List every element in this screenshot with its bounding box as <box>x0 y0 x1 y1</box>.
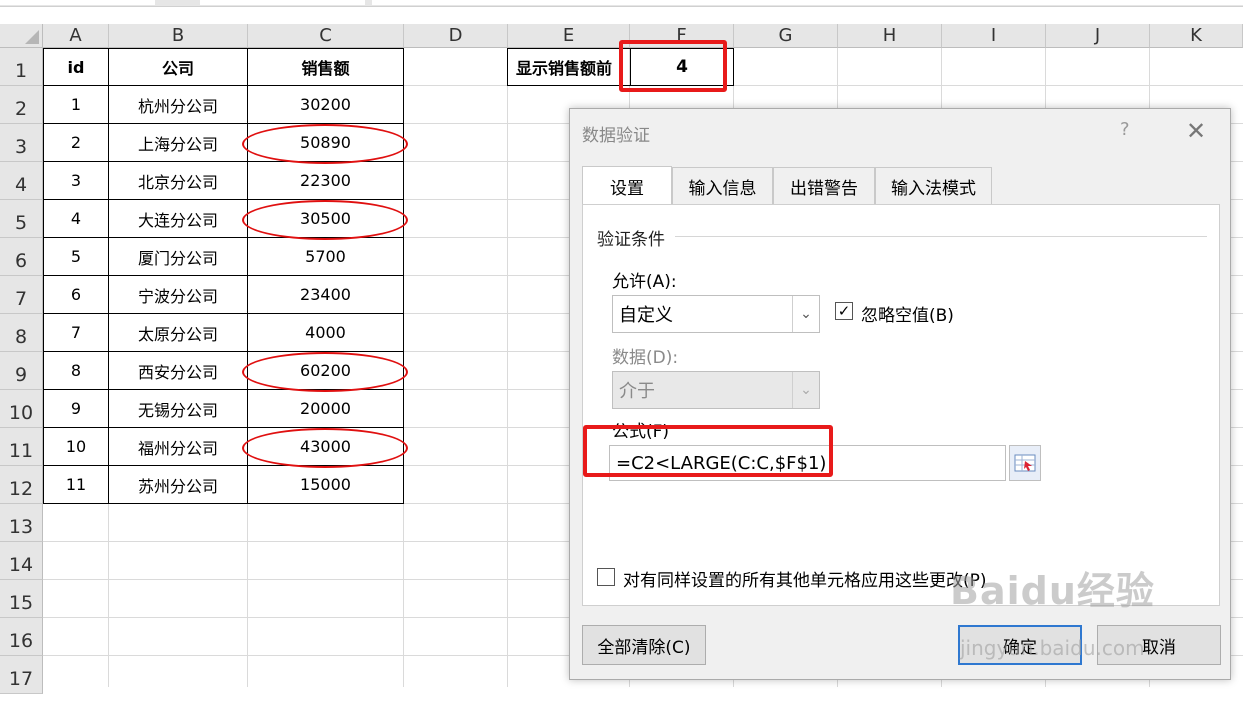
row-header-12[interactable]: 12 <box>0 466 43 504</box>
row-header-9[interactable]: 9 <box>0 352 43 390</box>
dialog-title: 数据验证 <box>582 126 650 146</box>
column-header-a[interactable]: A <box>43 24 109 48</box>
table-cell-sales[interactable]: 5700 <box>247 237 404 276</box>
column-header-d[interactable]: D <box>404 24 508 48</box>
data-select[interactable]: 介于 ⌄ <box>612 371 820 409</box>
settings-panel: 验证条件 允许(A): 自定义 ⌄ ✓ 忽略空值(B) 数据(D): 介于 ⌄ … <box>582 204 1220 606</box>
table-cell-company[interactable]: 苏州分公司 <box>108 465 248 504</box>
apply-all-label[interactable]: 对有同样设置的所有其他单元格应用这些更改(P) <box>623 566 987 591</box>
row-header-17[interactable]: 17 <box>0 656 43 694</box>
label-cell-e1[interactable]: 显示销售额前 <box>507 48 631 86</box>
table-cell-id[interactable]: 3 <box>43 161 109 200</box>
tab-error-alert[interactable]: 出错警告 <box>773 167 875 205</box>
header-id[interactable]: id <box>43 48 109 86</box>
column-header-j[interactable]: J <box>1046 24 1150 48</box>
tab-strip <box>0 0 1243 7</box>
tab-ime-mode[interactable]: 输入法模式 <box>875 167 992 205</box>
column-header-k[interactable]: K <box>1150 24 1243 48</box>
table-cell-company[interactable]: 福州分公司 <box>108 427 248 466</box>
table-cell-id[interactable]: 6 <box>43 275 109 314</box>
range-select-icon[interactable] <box>1009 445 1041 481</box>
table-cell-id[interactable]: 7 <box>43 313 109 352</box>
allow-select[interactable]: 自定义 ⌄ <box>612 295 820 333</box>
ignore-blank-checkbox[interactable]: ✓ <box>835 302 853 320</box>
table-cell-id[interactable]: 11 <box>43 465 109 504</box>
row-header-5[interactable]: 5 <box>0 200 43 238</box>
chevron-down-icon[interactable]: ⌄ <box>792 372 819 408</box>
column-header-h[interactable]: H <box>838 24 942 48</box>
row-header-3[interactable]: 3 <box>0 124 43 162</box>
row-header-16[interactable]: 16 <box>0 618 43 656</box>
column-header-i[interactable]: I <box>942 24 1046 48</box>
row-header-10[interactable]: 10 <box>0 390 43 428</box>
row-header-13[interactable]: 13 <box>0 504 43 542</box>
table-cell-sales[interactable]: 23400 <box>247 275 404 314</box>
select-all-corner[interactable] <box>0 24 43 48</box>
column-header-e[interactable]: E <box>508 24 630 48</box>
allow-label: 允许(A): <box>612 272 677 292</box>
highlight-circle-43000 <box>242 428 408 468</box>
row-header-2[interactable]: 2 <box>0 86 43 124</box>
table-cell-id[interactable]: 10 <box>43 427 109 466</box>
baidu-watermark-url: jingyan.baidu.com <box>960 636 1145 660</box>
row-header-6[interactable]: 6 <box>0 238 43 276</box>
highlight-box-formula <box>583 425 833 477</box>
row-header-7[interactable]: 7 <box>0 276 43 314</box>
column-header-g[interactable]: G <box>734 24 838 48</box>
table-cell-company[interactable]: 大连分公司 <box>108 199 248 238</box>
column-header-b[interactable]: B <box>109 24 248 48</box>
table-cell-company[interactable]: 太原分公司 <box>108 313 248 352</box>
chevron-down-icon[interactable]: ⌄ <box>792 296 819 332</box>
row-header-1[interactable]: 1 <box>0 48 43 86</box>
table-cell-company[interactable]: 杭州分公司 <box>108 85 248 124</box>
apply-all-checkbox[interactable] <box>597 568 615 586</box>
table-cell-sales[interactable]: 20000 <box>247 389 404 428</box>
row-header-4[interactable]: 4 <box>0 162 43 200</box>
table-cell-company[interactable]: 北京分公司 <box>108 161 248 200</box>
highlight-circle-30500 <box>242 200 408 240</box>
table-cell-id[interactable]: 2 <box>43 123 109 162</box>
header-sales[interactable]: 销售额 <box>247 48 404 86</box>
tab-settings[interactable]: 设置 <box>582 166 672 206</box>
row-header-15[interactable]: 15 <box>0 580 43 618</box>
table-cell-id[interactable]: 4 <box>43 199 109 238</box>
help-icon[interactable]: ? <box>1120 119 1130 140</box>
row-header-8[interactable]: 8 <box>0 314 43 352</box>
data-label: 数据(D): <box>612 348 679 368</box>
table-cell-company[interactable]: 厦门分公司 <box>108 237 248 276</box>
table-cell-company[interactable]: 上海分公司 <box>108 123 248 162</box>
table-cell-company[interactable]: 宁波分公司 <box>108 275 248 314</box>
row-header-14[interactable]: 14 <box>0 542 43 580</box>
highlight-box-f1 <box>619 40 727 92</box>
highlight-circle-50890 <box>242 124 408 164</box>
tab-input-message[interactable]: 输入信息 <box>672 167 773 205</box>
table-cell-sales[interactable]: 30200 <box>247 85 404 124</box>
ignore-blank-label[interactable]: 忽略空值(B) <box>861 301 954 326</box>
table-cell-sales[interactable]: 15000 <box>247 465 404 504</box>
table-cell-id[interactable]: 5 <box>43 237 109 276</box>
table-cell-company[interactable]: 西安分公司 <box>108 351 248 390</box>
highlight-circle-60200 <box>242 352 408 392</box>
header-company[interactable]: 公司 <box>108 48 248 86</box>
table-cell-id[interactable]: 1 <box>43 85 109 124</box>
allow-select-value: 自定义 <box>619 305 673 326</box>
table-cell-company[interactable]: 无锡分公司 <box>108 389 248 428</box>
column-header-c[interactable]: C <box>248 24 404 48</box>
clear-all-button[interactable]: 全部清除(C) <box>582 625 706 665</box>
table-cell-sales[interactable]: 4000 <box>247 313 404 352</box>
baidu-watermark: Baidu经验 <box>950 569 1155 613</box>
data-select-value: 介于 <box>619 381 655 402</box>
table-cell-id[interactable]: 9 <box>43 389 109 428</box>
table-cell-sales[interactable]: 22300 <box>247 161 404 200</box>
close-icon[interactable]: ✕ <box>1186 117 1206 145</box>
group-label: 验证条件 <box>597 230 665 250</box>
table-cell-id[interactable]: 8 <box>43 351 109 390</box>
row-header-11[interactable]: 11 <box>0 428 43 466</box>
